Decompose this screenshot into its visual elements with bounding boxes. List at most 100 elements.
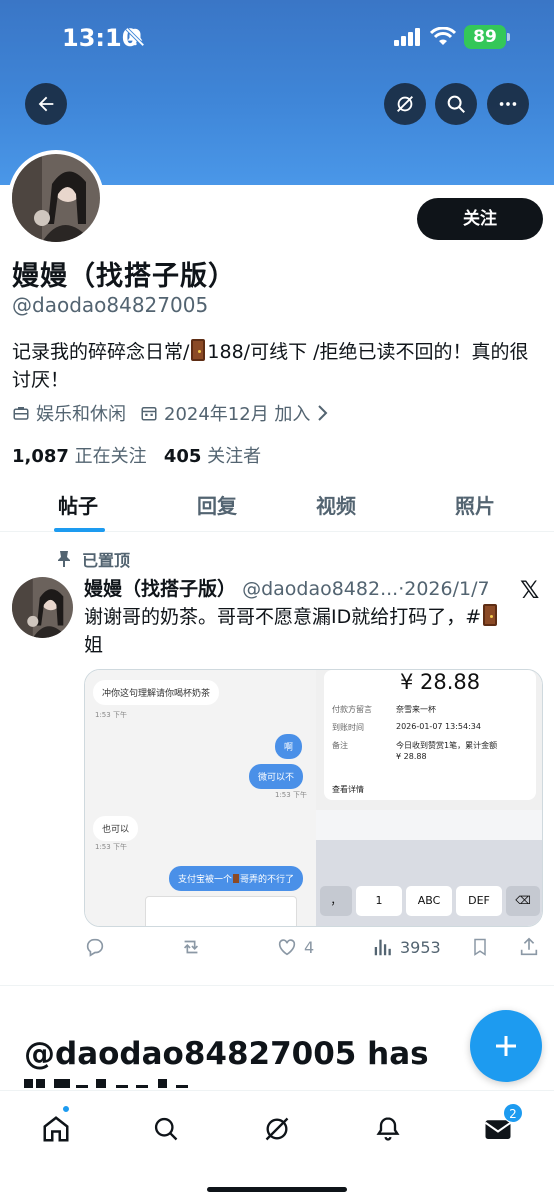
nav-notifications[interactable] [368, 1109, 408, 1149]
search-icon [154, 1117, 178, 1141]
nav-home[interactable] [36, 1109, 76, 1149]
profile-handle: @daodao84827005 [12, 293, 209, 317]
back-button[interactable] [25, 83, 67, 125]
repost-button[interactable] [179, 936, 203, 958]
battery-cap [507, 33, 510, 41]
home-notification-dot [62, 1105, 70, 1113]
tab-posts[interactable]: 帖子 [58, 490, 98, 519]
share-button[interactable] [518, 936, 540, 958]
bell-off-icon [125, 27, 145, 47]
post-actions: 4 3953 [84, 936, 544, 964]
payment-row-value: ¥ 28.88 [396, 752, 427, 761]
joined-label: 2024年12月 加入 [164, 404, 311, 425]
followers-link[interactable]: 405 关注者 [164, 446, 261, 467]
nav-search[interactable] [146, 1109, 186, 1149]
keyboard-key: 1 [356, 886, 402, 916]
more-button[interactable] [487, 83, 529, 125]
profile-meta: 娱乐和休闲 2024年12月 加入 [12, 400, 350, 426]
chat-timestamp: 1:53 下午 [95, 843, 127, 851]
category-label: 娱乐和休闲 [36, 404, 126, 425]
plus-icon [496, 1036, 516, 1056]
home-indicator [207, 1187, 347, 1192]
profile-joined[interactable]: 2024年12月 加入 [140, 400, 336, 426]
chat-timestamp: 1:53 下午 [275, 791, 307, 799]
chat-bubble: 微可以不 [249, 764, 304, 789]
like-button[interactable]: 4 [276, 936, 314, 958]
messages-badge: 2 [503, 1103, 523, 1123]
bookmark-button[interactable] [470, 936, 490, 958]
profile-category: 娱乐和休闲 [12, 400, 126, 426]
payment-row-label: 到账时间 [332, 723, 364, 732]
keyboard-toolbar [316, 810, 542, 840]
blocked-notice-cutoff [24, 1076, 224, 1088]
reply-button[interactable] [84, 936, 106, 958]
more-icon [499, 102, 517, 106]
post-media-image[interactable]: 冲你这句理解请你喝杯奶茶 1:53 下午 啊 微可以不 1:53 下午 也可以 … [84, 669, 543, 927]
bio-text-1: 记录我的碎碎念日常/ [12, 341, 190, 363]
keyboard-key: ⌫ [506, 886, 540, 916]
chat-bubble: 支付宝被一个 哥弄的不行了 [169, 866, 304, 891]
post-author-handle: @daodao8482... [242, 578, 399, 600]
post-text: 谢谢哥的奶茶。哥哥不愿意漏ID就给打码了，# 姐 [84, 603, 544, 659]
follow-button[interactable]: 关注 [417, 198, 543, 240]
tab-replies[interactable]: 回复 [197, 490, 237, 519]
post-text-2: 姐 [84, 634, 104, 656]
payment-details-link: 查看详情 [332, 785, 364, 794]
profile-display-name: 嫚嫚（找搭子版） [12, 261, 236, 292]
repost-icon [183, 940, 199, 954]
followers-label: 关注者 [207, 446, 262, 467]
wifi-icon [430, 27, 456, 45]
tab-photos[interactable]: 照片 [455, 490, 495, 519]
keyboard-screenshot: ， 1 ABC DEF ⌫ [316, 810, 542, 926]
payment-row-label: 备注 [332, 741, 348, 750]
heart-icon [278, 939, 296, 956]
following-label: 正在关注 [74, 446, 147, 467]
keyboard-key: ABC [406, 886, 452, 916]
chat-timestamp: 1:53 下午 [95, 711, 127, 719]
followers-count: 405 [163, 446, 202, 467]
payment-row-value: 2026-01-07 13:54:34 [396, 722, 481, 731]
signal-icon [394, 28, 420, 46]
grok-icon [265, 1117, 289, 1141]
search-icon [447, 95, 465, 113]
chat-bubble-text-2: 哥弄的不行了 [240, 875, 295, 885]
views-icon [374, 939, 391, 956]
post-header[interactable]: 嫚嫚（找搭子版） @daodao8482...·2026/1/7 [84, 574, 524, 601]
payment-screenshot: ¥ 28.88 付款方留言 奈雪来一杯 到账时间 2026-01-07 13:5… [316, 670, 542, 810]
door-emoji-icon [191, 339, 206, 361]
briefcase-icon [13, 407, 29, 420]
profile-tabs: 帖子 回复 视频 照片 [0, 482, 554, 532]
grok-icon [397, 96, 413, 112]
view-count: 3953 [400, 937, 441, 957]
door-emoji-icon [483, 604, 498, 626]
following-link[interactable]: 1,087 正在关注 [12, 446, 147, 467]
share-icon [520, 937, 538, 956]
chat-screenshot: 冲你这句理解请你喝杯奶茶 1:53 下午 啊 微可以不 1:53 下午 也可以 … [85, 670, 316, 926]
grok-button[interactable] [384, 83, 426, 125]
compose-button[interactable] [470, 1010, 542, 1082]
payment-row-label: 付款方留言 [332, 705, 372, 714]
reply-icon [86, 938, 104, 957]
post-date: ·2026/1/7 [398, 578, 490, 600]
search-button[interactable] [435, 83, 477, 125]
profile-stats: 1,087 正在关注 405 关注者 [12, 442, 261, 468]
post-avatar[interactable] [12, 577, 73, 638]
profile-bio: 记录我的碎碎念日常/188/可线下 /拒绝已读不回的！真的很讨厌！ [12, 338, 544, 394]
x-logo-icon: 𝕏 [520, 576, 540, 604]
nav-grok[interactable] [257, 1109, 297, 1149]
pin-icon [58, 551, 70, 567]
views-button[interactable]: 3953 [372, 936, 441, 958]
door-emoji-icon [233, 874, 240, 883]
battery-indicator: 89 [464, 25, 506, 49]
chevron-right-icon [318, 405, 328, 421]
cutoff-text-icon [24, 1079, 188, 1088]
status-bar: 13:10 89 [0, 0, 554, 70]
calendar-icon [141, 407, 157, 421]
section-divider [0, 985, 554, 986]
tab-videos[interactable]: 视频 [316, 490, 356, 519]
avatar-photo-icon [12, 154, 100, 242]
profile-avatar[interactable] [8, 150, 104, 246]
payment-card: ¥ 28.88 付款方留言 奈雪来一杯 到账时间 2026-01-07 13:5… [324, 670, 536, 800]
keyboard-key: ， [320, 886, 352, 916]
arrow-left-icon [38, 96, 54, 112]
